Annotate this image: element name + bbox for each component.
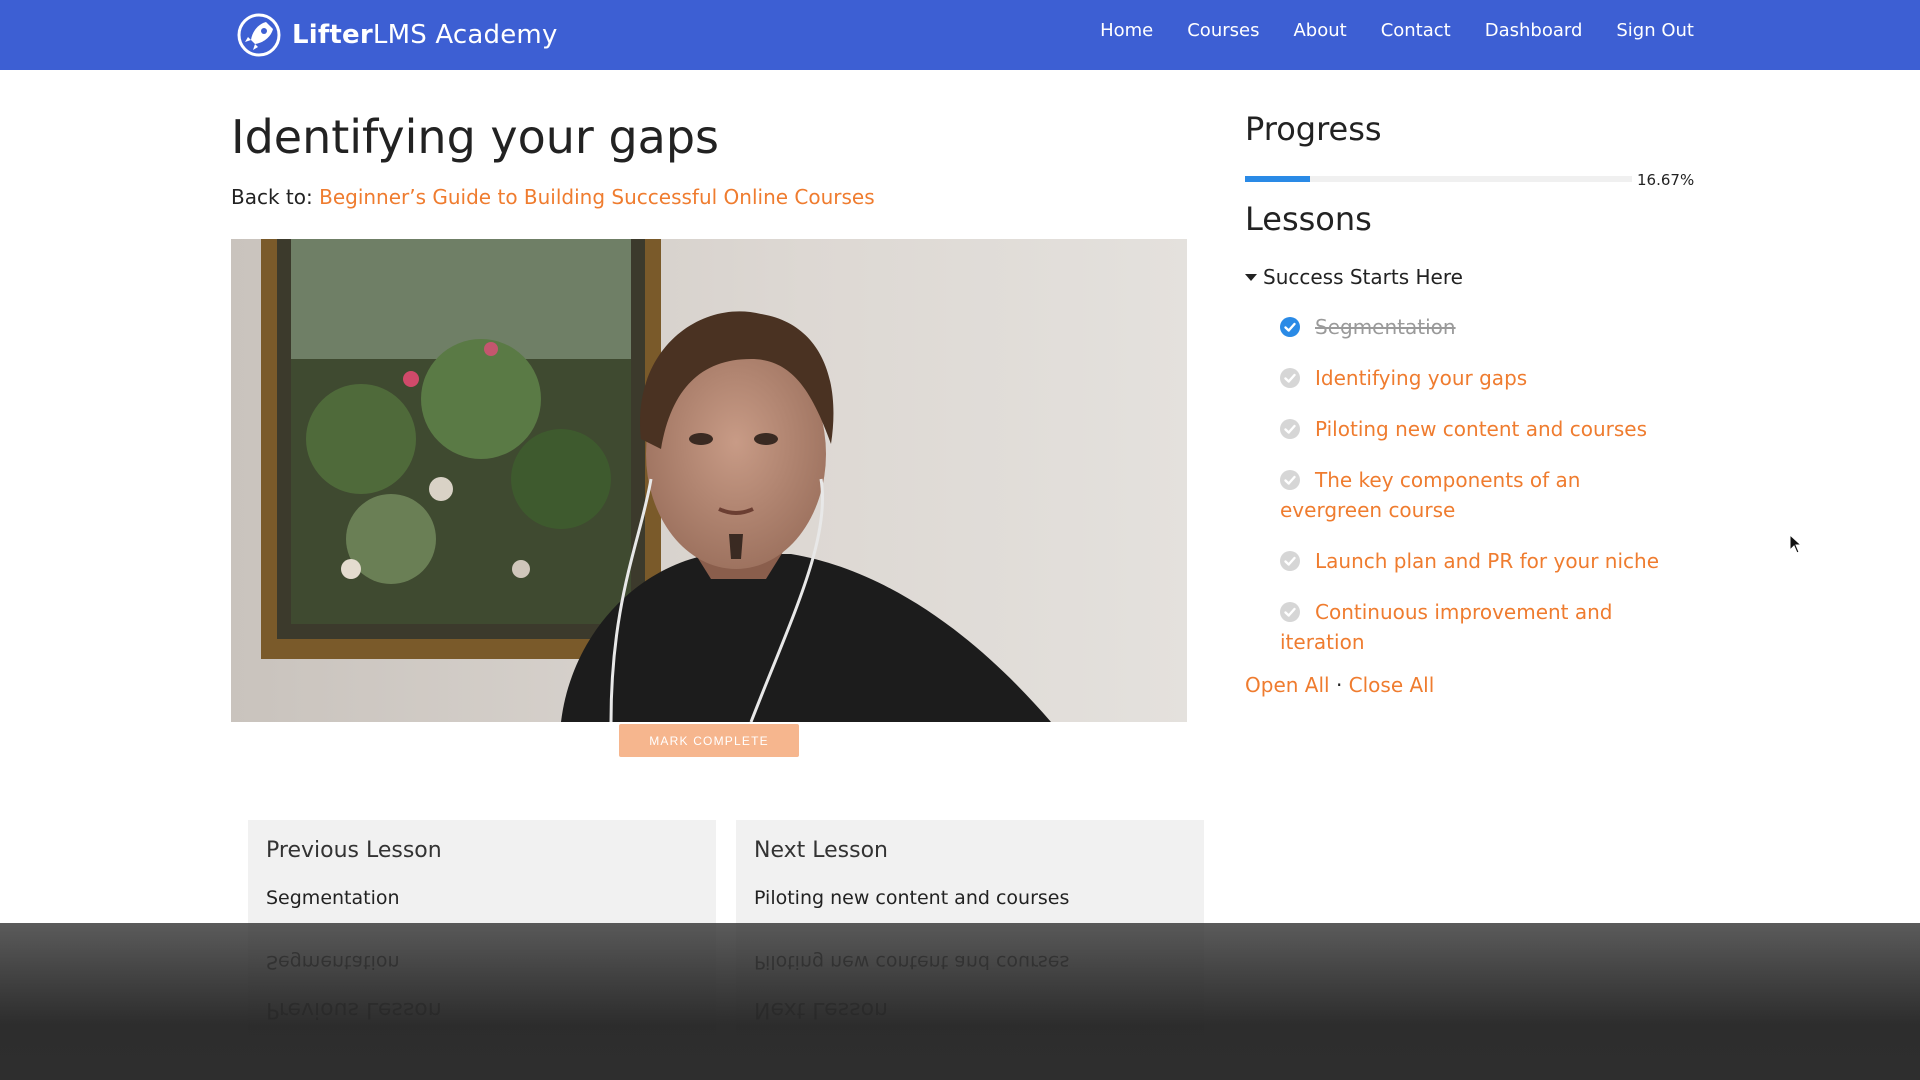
nav-sign-out[interactable]: Sign Out <box>1616 20 1694 41</box>
close-all-link[interactable]: Close All <box>1349 673 1435 697</box>
sidebar-lesson-title: Launch plan and PR for your niche <box>1315 549 1660 573</box>
check-circle-icon <box>1280 419 1300 439</box>
lesson-video[interactable] <box>231 239 1187 722</box>
back-to-course-link[interactable]: Beginner’s Guide to Building Successful … <box>319 185 875 209</box>
check-circle-icon <box>1280 602 1300 622</box>
brand-logo-link[interactable]: LifterLMS Academy <box>236 10 558 60</box>
sidebar-lesson-title: The key components of an evergreen cours… <box>1280 468 1581 522</box>
open-close-controls: Open All · Close All <box>1245 673 1434 697</box>
previous-lesson-title: Segmentation <box>266 887 400 909</box>
sidebar-lesson-title: Segmentation <box>1315 315 1456 339</box>
open-all-link[interactable]: Open All <box>1245 673 1330 697</box>
rocket-logo-icon <box>237 13 281 57</box>
progress-percent: 16.67% <box>1637 171 1695 189</box>
next-lesson-card[interactable]: Next Lesson Piloting new content and cou… <box>736 820 1204 930</box>
mark-complete-button[interactable]: MARK COMPLETE <box>619 724 799 757</box>
back-prefix: Back to: <box>231 185 313 209</box>
main-nav: Home Courses About Contact Dashboard Sig… <box>1100 0 1694 60</box>
section-title: Success Starts Here <box>1263 265 1463 289</box>
nav-courses[interactable]: Courses <box>1187 20 1259 41</box>
progress-heading: Progress <box>1245 110 1382 148</box>
check-circle-icon <box>1280 317 1300 337</box>
sidebar-lesson-5[interactable]: Launch plan and PR for your niche <box>1280 546 1700 576</box>
check-circle-icon <box>1280 551 1300 571</box>
video-frame-image <box>231 239 1187 722</box>
nav-home[interactable]: Home <box>1100 20 1153 41</box>
lessons-heading: Lessons <box>1245 200 1372 238</box>
bottom-dark-overlay <box>0 923 1920 1080</box>
mouse-cursor-icon <box>1789 534 1803 554</box>
check-circle-icon <box>1280 470 1300 490</box>
nav-contact[interactable]: Contact <box>1381 20 1451 41</box>
nav-dashboard[interactable]: Dashboard <box>1485 20 1583 41</box>
sidebar-lesson-4[interactable]: The key components of an evergreen cours… <box>1280 465 1610 525</box>
next-lesson-header: Next Lesson <box>754 838 888 863</box>
lesson-title: Identifying your gaps <box>231 110 720 164</box>
sidebar-lesson-6[interactable]: Continuous improvement and iteration <box>1280 597 1660 657</box>
back-to-line: Back to: Beginner’s Guide to Building Su… <box>231 185 875 209</box>
site-header: LifterLMS Academy Home Courses About Con… <box>0 0 1920 70</box>
sidebar-lesson-title: Identifying your gaps <box>1315 366 1528 390</box>
section-toggle[interactable]: Success Starts Here <box>1245 265 1463 289</box>
check-circle-icon <box>1280 368 1300 388</box>
progress-bar <box>1245 176 1632 182</box>
previous-lesson-card[interactable]: Previous Lesson Segmentation <box>248 820 716 930</box>
sidebar-lesson-title: Piloting new content and courses <box>1315 417 1647 441</box>
sidebar-lesson-title: Continuous improvement and iteration <box>1280 600 1613 654</box>
next-lesson-title: Piloting new content and courses <box>754 887 1070 909</box>
caret-down-icon <box>1245 273 1257 281</box>
brand-name: LifterLMS Academy <box>292 20 558 50</box>
nav-about[interactable]: About <box>1293 20 1346 41</box>
previous-lesson-header: Previous Lesson <box>266 838 442 863</box>
sidebar-lesson-3[interactable]: Piloting new content and courses <box>1280 414 1700 444</box>
sidebar-lesson-2[interactable]: Identifying your gaps <box>1280 363 1700 393</box>
progress-bar-fill <box>1245 176 1310 182</box>
separator: · <box>1335 673 1343 697</box>
sidebar-lesson-1[interactable]: Segmentation <box>1280 312 1700 342</box>
